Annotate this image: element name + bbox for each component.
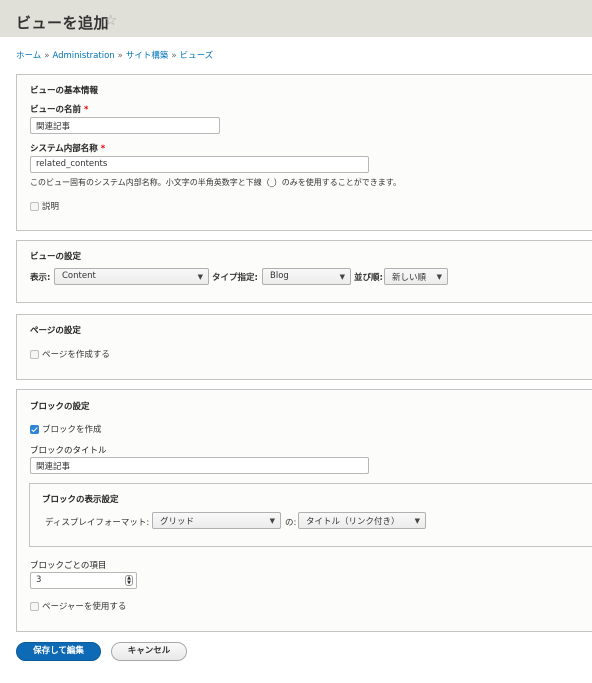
block-title-label: ブロックのタイトル: [30, 446, 107, 456]
basic-info-legend: ビューの基本情報: [30, 86, 99, 96]
block-display-legend: ブロックの表示設定: [42, 495, 119, 505]
sort-select-value: 新しい順: [392, 273, 427, 283]
required-mark: *: [100, 144, 106, 154]
breadcrumb-structure[interactable]: サイト構築: [126, 51, 169, 61]
block-settings-legend: ブロックの設定: [30, 402, 90, 412]
page-title: ビューを追加: [16, 14, 110, 32]
machine-name-description: このビュー固有のシステム内部名称。小文字の半角英数字と下線（_）のみを使用するこ…: [30, 178, 401, 187]
machine-name-label: システム内部名称 *: [30, 142, 105, 154]
star-outline-icon[interactable]: ☆: [104, 13, 117, 28]
create-page-label: ページを作成する: [42, 350, 110, 360]
block-title-input[interactable]: 関連記事: [30, 457, 369, 474]
breadcrumb: ホーム» Administration» サイト構築» ビューズ: [16, 49, 213, 61]
description-checkbox-row[interactable]: 説明: [30, 200, 59, 212]
use-pager-checkbox-row[interactable]: ページャーを使用する: [30, 600, 126, 612]
machine-name-input[interactable]: related_contents: [30, 156, 369, 173]
items-per-block-label: ブロックごとの項目: [30, 561, 107, 571]
show-label: 表示:: [30, 273, 51, 283]
number-spinner-icon[interactable]: ▲ ▼: [125, 575, 133, 586]
show-select[interactable]: Content ▼: [54, 268, 209, 285]
sort-select[interactable]: 新しい順 ▼: [384, 268, 448, 285]
type-select[interactable]: Blog ▼: [262, 268, 351, 285]
chevron-down-icon: ▼: [269, 517, 275, 525]
type-select-value: Blog: [270, 271, 289, 281]
create-block-checkbox-row[interactable]: ブロックを作成: [30, 423, 102, 435]
view-settings-legend: ビューの設定: [30, 252, 82, 262]
machine-name-label-text: システム内部名称: [30, 144, 98, 154]
chevron-down-icon: ▼: [197, 273, 203, 281]
chevron-down-icon: ▼: [436, 273, 442, 281]
breadcrumb-separator: »: [117, 51, 123, 61]
block-display-fieldset: ブロックの表示設定 ディスプレイフォーマット: グリッド ▼ の: タイトル（リ…: [29, 483, 592, 547]
cancel-button[interactable]: キャンセル: [111, 642, 187, 661]
description-checkbox-label: 説明: [42, 202, 60, 212]
breadcrumb-separator: »: [171, 51, 177, 61]
format-label: ディスプレイフォーマット:: [45, 518, 150, 528]
chevron-down-icon: ▼: [414, 517, 420, 525]
page-settings-legend: ページの設定: [30, 326, 81, 336]
page-header: ビューを追加 ☆: [0, 0, 592, 37]
of-select[interactable]: タイトル（リンク付き） ▼: [298, 512, 426, 529]
block-settings-fieldset: ブロックの設定 ブロックを作成 ブロックのタイトル 関連記事 ブロックの表示設定…: [16, 389, 592, 632]
chevron-down-icon: ▼: [339, 273, 345, 281]
view-name-input[interactable]: 関連記事: [30, 117, 220, 134]
page-settings-fieldset: ページの設定 ページを作成する: [16, 314, 592, 380]
items-per-block-value: 3: [36, 575, 42, 585]
view-settings-fieldset: ビューの設定 表示: Content ▼ タイプ指定: Blog ▼ 並び順: …: [16, 240, 592, 303]
view-name-label: ビューの名前 *: [30, 103, 88, 115]
use-pager-label: ページャーを使用する: [42, 602, 127, 612]
breadcrumb-separator: »: [44, 51, 50, 61]
items-per-block-input[interactable]: 3 ▲ ▼: [30, 572, 137, 589]
breadcrumb-home[interactable]: ホーム: [16, 51, 41, 61]
of-label: の:: [285, 518, 297, 528]
create-block-label: ブロックを作成: [42, 425, 102, 435]
required-mark: *: [83, 105, 89, 115]
format-select-value: グリッド: [160, 517, 195, 527]
sort-label: 並び順:: [354, 273, 383, 283]
view-name-label-text: ビューの名前: [30, 105, 82, 115]
save-and-edit-button[interactable]: 保存して編集: [16, 642, 101, 661]
basic-info-fieldset: ビューの基本情報 ビューの名前 * 関連記事 システム内部名称 * relate…: [16, 74, 592, 231]
description-checkbox[interactable]: [30, 201, 39, 211]
of-select-value: タイトル（リンク付き）: [306, 517, 400, 527]
format-select[interactable]: グリッド ▼: [152, 512, 281, 529]
use-pager-checkbox[interactable]: [30, 601, 39, 611]
create-page-checkbox-row[interactable]: ページを作成する: [30, 348, 110, 360]
breadcrumb-administration[interactable]: Administration: [52, 51, 114, 61]
type-label: タイプ指定:: [212, 273, 258, 283]
show-select-value: Content: [62, 271, 96, 281]
create-page-checkbox[interactable]: [30, 349, 39, 359]
breadcrumb-views[interactable]: ビューズ: [180, 51, 214, 61]
create-block-checkbox[interactable]: [30, 424, 39, 434]
